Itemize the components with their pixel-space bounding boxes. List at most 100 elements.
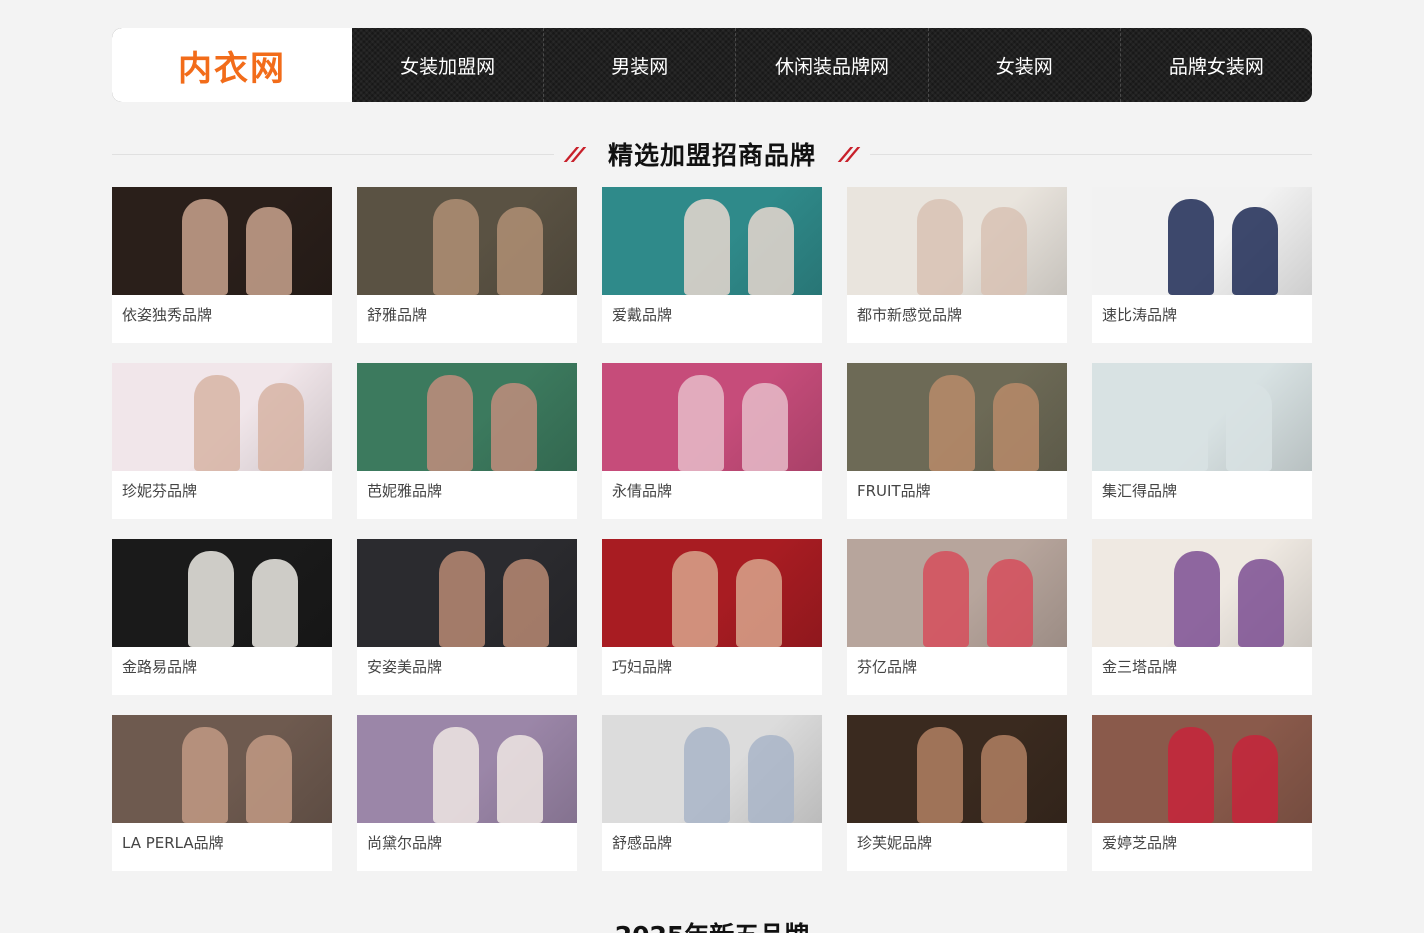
brand-card[interactable]: 都市新感觉品牌 [847,187,1067,343]
model-figure [736,559,782,647]
site-logo-text: 内衣网 [178,48,286,89]
model-figure [742,383,788,471]
brand-name[interactable]: 芭妮雅品牌 [357,471,577,519]
brand-card[interactable]: 速比涛品牌 [1092,187,1312,343]
brand-image[interactable] [357,715,577,823]
brand-image[interactable] [1092,187,1312,295]
brand-name[interactable]: 芬亿品牌 [847,647,1067,695]
slash-decoration-icon [563,146,587,162]
brand-name[interactable]: 舒雅品牌 [357,295,577,343]
model-figure [433,727,479,823]
brand-image[interactable] [112,363,332,471]
brand-image[interactable] [357,539,577,647]
brand-image[interactable] [847,539,1067,647]
brand-image[interactable] [602,539,822,647]
brand-name[interactable]: 依姿独秀品牌 [112,295,332,343]
brand-card[interactable]: 爱婷芝品牌 [1092,715,1312,871]
nav-link-womenswear[interactable]: 女装网 [927,28,1120,102]
brand-card[interactable]: FRUIT品牌 [847,363,1067,519]
brand-name[interactable]: 都市新感觉品牌 [847,295,1067,343]
model-figure [678,375,724,471]
brand-name[interactable]: FRUIT品牌 [847,471,1067,519]
model-figure [929,375,975,471]
site-logo[interactable]: 内衣网 [112,28,352,102]
brand-image[interactable] [357,187,577,295]
model-figure [491,383,537,471]
model-figure [917,727,963,823]
brand-name[interactable]: 舒感品牌 [602,823,822,871]
brand-image[interactable] [847,363,1067,471]
brand-name[interactable]: 集汇得品牌 [1092,471,1312,519]
section-header: 精选加盟招商品牌 [112,128,1312,180]
brand-image[interactable] [602,187,822,295]
brand-card[interactable]: 巧妇品牌 [602,539,822,695]
model-figure [1174,551,1220,647]
top-navigation: 内衣网 女装加盟网 男装网 休闲装品牌网 女装网 品牌女装网 [112,28,1312,102]
brand-name[interactable]: 珍妮芬品牌 [112,471,332,519]
brand-name[interactable]: 爱戴品牌 [602,295,822,343]
brand-card[interactable]: 爱戴品牌 [602,187,822,343]
brand-image[interactable] [1092,363,1312,471]
brand-card[interactable]: 珍妮芬品牌 [112,363,332,519]
model-figure [252,559,298,647]
brand-card[interactable]: 集汇得品牌 [1092,363,1312,519]
brand-image[interactable] [847,715,1067,823]
model-figure [1226,383,1272,471]
model-figure [194,375,240,471]
brand-card[interactable]: 依姿独秀品牌 [112,187,332,343]
brand-card[interactable]: 珍芙妮品牌 [847,715,1067,871]
model-figure [672,551,718,647]
brand-image[interactable] [1092,539,1312,647]
model-figure [1168,199,1214,295]
brand-image[interactable] [602,363,822,471]
brand-card[interactable]: 芬亿品牌 [847,539,1067,695]
nav-link-brand-womenswear[interactable]: 品牌女装网 [1119,28,1312,102]
brand-name[interactable]: 速比涛品牌 [1092,295,1312,343]
brand-image[interactable] [357,363,577,471]
model-figure [987,559,1033,647]
model-figure [748,207,794,295]
brand-card[interactable]: 永倩品牌 [602,363,822,519]
model-figure [684,199,730,295]
brand-image[interactable] [112,715,332,823]
model-figure [497,207,543,295]
brand-name[interactable]: 永倩品牌 [602,471,822,519]
brand-name[interactable]: LA PERLA品牌 [112,823,332,871]
brand-name[interactable]: 巧妇品牌 [602,647,822,695]
brand-card[interactable]: 舒感品牌 [602,715,822,871]
brand-name[interactable]: 爱婷芝品牌 [1092,823,1312,871]
brand-image[interactable] [602,715,822,823]
brand-card[interactable]: 金路易品牌 [112,539,332,695]
brand-image[interactable] [1092,715,1312,823]
slash-decoration-icon [837,146,861,162]
nav-link-womens-franchise[interactable]: 女装加盟网 [352,28,543,102]
brand-image[interactable] [112,539,332,647]
model-figure [182,199,228,295]
model-figure [684,727,730,823]
model-figure [497,735,543,823]
brand-card[interactable]: 金三塔品牌 [1092,539,1312,695]
model-figure [433,199,479,295]
nav-link-menswear[interactable]: 男装网 [543,28,735,102]
model-figure [188,551,234,647]
next-section-title: 2025年新五品牌 [0,916,1424,933]
nav-links: 女装加盟网 男装网 休闲装品牌网 女装网 品牌女装网 [352,28,1312,102]
brand-card[interactable]: 芭妮雅品牌 [357,363,577,519]
brand-card[interactable]: LA PERLA品牌 [112,715,332,871]
model-figure [258,383,304,471]
nav-link-casual-brands[interactable]: 休闲装品牌网 [735,28,927,102]
model-figure [427,375,473,471]
model-figure [1232,207,1278,295]
brand-card[interactable]: 尚黛尔品牌 [357,715,577,871]
brand-image[interactable] [112,187,332,295]
model-figure [1232,735,1278,823]
brand-card[interactable]: 安姿美品牌 [357,539,577,695]
brand-name[interactable]: 尚黛尔品牌 [357,823,577,871]
brand-image[interactable] [847,187,1067,295]
model-figure [981,207,1027,295]
brand-name[interactable]: 金路易品牌 [112,647,332,695]
brand-name[interactable]: 安姿美品牌 [357,647,577,695]
brand-name[interactable]: 珍芙妮品牌 [847,823,1067,871]
brand-name[interactable]: 金三塔品牌 [1092,647,1312,695]
brand-card[interactable]: 舒雅品牌 [357,187,577,343]
